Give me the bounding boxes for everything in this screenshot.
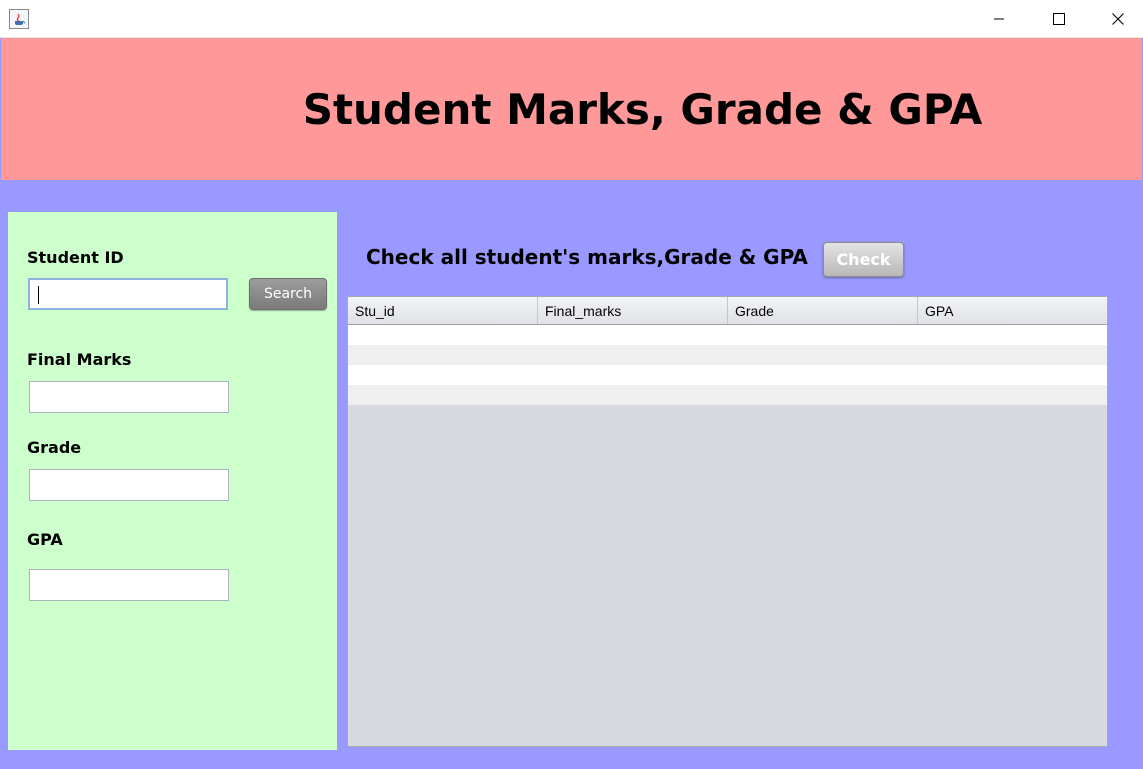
student-id-input[interactable] <box>28 278 228 310</box>
final-marks-input[interactable] <box>29 381 229 413</box>
maximize-button[interactable] <box>1036 0 1082 37</box>
close-button[interactable] <box>1095 0 1141 37</box>
table-header: Stu_id Final_marks Grade GPA <box>348 297 1107 325</box>
header-banner: Student Marks, Grade & GPA <box>1 38 1142 180</box>
minimize-icon <box>994 18 1004 19</box>
text-caret <box>38 286 39 304</box>
grade-label: Grade <box>27 438 82 457</box>
results-table[interactable]: Stu_id Final_marks Grade GPA <box>347 296 1108 747</box>
table-row[interactable] <box>348 325 1107 345</box>
student-id-label: Student ID <box>27 248 124 267</box>
table-row[interactable] <box>348 365 1107 385</box>
gpa-label: GPA <box>27 530 63 549</box>
grade-input[interactable] <box>29 469 229 501</box>
table-row[interactable] <box>348 345 1107 365</box>
column-header-stu-id[interactable]: Stu_id <box>348 297 538 324</box>
column-header-final-marks[interactable]: Final_marks <box>538 297 728 324</box>
student-form-panel: Student ID Search Final Marks Grade GPA <box>8 212 337 750</box>
close-icon <box>1112 12 1124 25</box>
maximize-icon <box>1053 12 1065 25</box>
window-titlebar <box>0 0 1143 38</box>
search-button[interactable]: Search <box>249 278 327 310</box>
check-button[interactable]: Check <box>823 242 904 277</box>
final-marks-label: Final Marks <box>27 350 132 369</box>
page-title: Student Marks, Grade & GPA <box>302 84 983 134</box>
gpa-input[interactable] <box>29 569 229 601</box>
check-all-label: Check all student's marks,Grade & GPA <box>366 245 808 269</box>
table-row[interactable] <box>348 385 1107 405</box>
column-header-gpa[interactable]: GPA <box>918 297 1107 324</box>
minimize-button[interactable] <box>976 0 1022 37</box>
column-header-grade[interactable]: Grade <box>728 297 918 324</box>
java-app-icon <box>9 9 29 29</box>
